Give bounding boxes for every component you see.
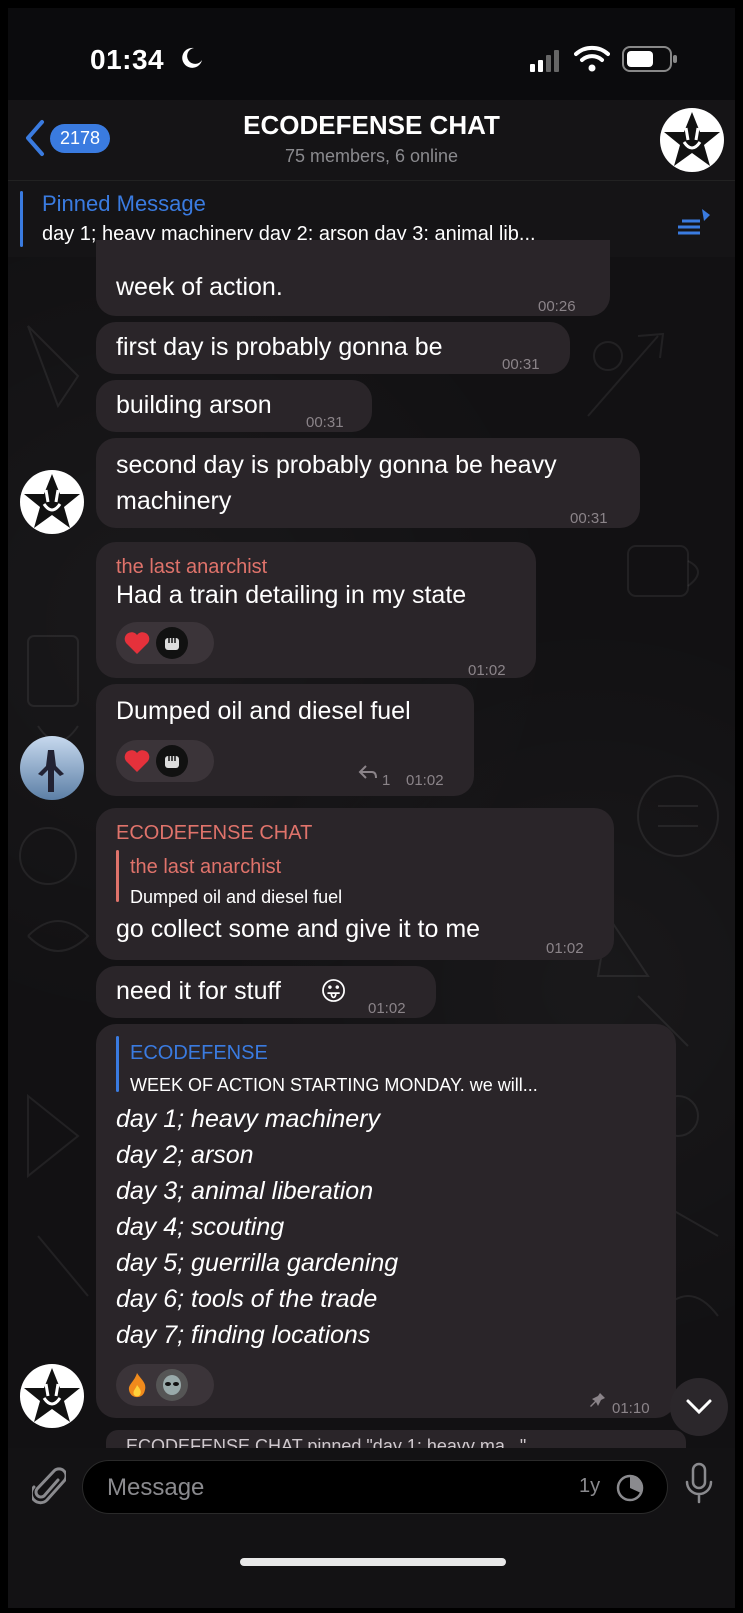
doodle-decoration [27,325,80,409]
user-avatar[interactable] [20,470,84,534]
reply-indicator [116,1036,119,1092]
reply-preview: Dumped oil and diesel fuel [130,887,343,907]
doodle-decoration [19,827,90,952]
reaction-group[interactable] [116,622,214,664]
message-bubble[interactable]: building arson 00:31 [96,380,372,432]
message-text-line: machinery [116,487,232,515]
wifi-icon [574,45,610,72]
message-text: building arson [116,391,272,419]
reply-preview: WEEK OF ACTION STARTING MONDAY. we will.… [130,1075,538,1095]
microphone-icon[interactable] [684,1462,714,1506]
message-time: 01:10 [612,1400,650,1417]
user-avatar[interactable] [20,1364,84,1428]
pin-icon [590,1393,605,1407]
heart-icon [124,632,150,654]
message-line: day 5; guerrilla gardening [116,1249,399,1277]
user-avatar[interactable] [20,736,84,800]
reply-sender: ECODEFENSE [130,1042,268,1064]
message-text: need it for stuff [116,977,281,1005]
paperclip-icon[interactable] [32,1466,66,1508]
message-text-line: second day is probably gonna be heavy [116,451,557,479]
chat-title[interactable]: ECODEFENSE CHAT [8,110,735,141]
message-input-bar: 1y [8,1448,735,1608]
message-text: Dumped oil and diesel fuel [116,697,411,725]
battery-icon [622,46,677,72]
star-logo-icon [664,112,720,166]
message-line: day 3; animal liberation [116,1177,374,1205]
heart-icon [124,750,150,772]
message-field[interactable]: 1y [82,1460,668,1514]
message-time: 01:02 [468,662,506,679]
message-bubble[interactable]: week of action. 00:26 [96,240,610,316]
message-time: 01:02 [546,940,584,957]
doodle-decoration [27,1093,89,1297]
chevron-down-icon [686,1399,712,1415]
doodle-decoration [627,545,699,597]
moon-icon [182,47,202,68]
message-input[interactable] [105,1471,529,1505]
auto-delete-timer-label[interactable]: 1y [579,1475,600,1498]
home-indicator[interactable] [240,1558,506,1566]
pinned-list-icon[interactable] [674,205,714,235]
message-bubble[interactable]: Dumped oil and diesel fuel 1 01:02 [96,684,474,796]
star-logo-icon [24,474,80,528]
message-time: 00:31 [570,510,608,527]
fist-icon [156,745,188,777]
silhouette-icon [38,750,64,792]
doodle-decoration [587,332,665,417]
message-line: day 2; arson [116,1141,254,1169]
phone-screen: 01:34 2178 ECODEFENSE CHAT 75 members, 6… [8,8,735,1608]
message-time: 00:31 [306,414,344,431]
reaction-group[interactable] [116,1364,214,1406]
doodle-decoration [637,775,719,857]
pinned-indicator [20,191,23,247]
cellular-signal-icon [530,50,559,72]
message-time: 00:31 [502,356,540,373]
alien-icon [156,1369,188,1401]
reply-count[interactable]: 1 [382,764,390,798]
pinned-label: Pinned Message [42,191,206,216]
message-line: day 1; heavy machinery [116,1105,381,1133]
reply-arrow-icon [358,765,377,779]
chat-subtitle: 75 members, 6 online [284,146,459,166]
sender-name[interactable]: ECODEFENSE CHAT [116,816,312,850]
message-time: 01:02 [406,772,444,789]
message-text: first day is probably gonna be [116,333,443,361]
message-bubble[interactable]: second day is probably gonna be heavy ma… [96,438,640,528]
message-bubble[interactable]: first day is probably gonna be 00:31 [96,322,570,374]
message-bubble[interactable]: need it for stuff 😛 01:02 [96,966,436,1018]
clock: 01:34 [90,44,165,75]
star-logo-icon [24,1368,80,1422]
message-text: week of action. [116,273,283,301]
timer-icon[interactable] [615,1473,645,1503]
message-line: day 6; tools of the trade [116,1285,378,1313]
message-bubble[interactable]: the last anarchist Had a train detailing… [96,542,536,679]
tongue-emoji: 😛 [320,976,348,1006]
group-avatar[interactable] [660,108,724,172]
message-time: 01:02 [368,1000,406,1017]
reply-sender: the last anarchist [130,856,282,878]
message-time: 00:26 [538,298,576,315]
message-line: day 4; scouting [116,1213,285,1241]
message-text: go collect some and give it to me [116,915,481,943]
message-bubble[interactable]: ECODEFENSE CHAT the last anarchist Dumpe… [96,808,614,960]
message-bubble[interactable]: ECODEFENSE WEEK OF ACTION STARTING MONDA… [96,1024,676,1418]
message-line: day 7; finding locations [116,1321,371,1349]
chat-header: 2178 ECODEFENSE CHAT 75 members, 6 onlin… [8,100,735,180]
message-text: Had a train detailing in my state [116,581,467,609]
scroll-to-bottom-button[interactable] [670,1378,728,1436]
status-bar: 01:34 [8,8,735,100]
fist-icon [156,627,188,659]
reaction-group[interactable] [116,740,214,782]
fire-icon [128,1373,146,1398]
reply-indicator [116,850,119,902]
